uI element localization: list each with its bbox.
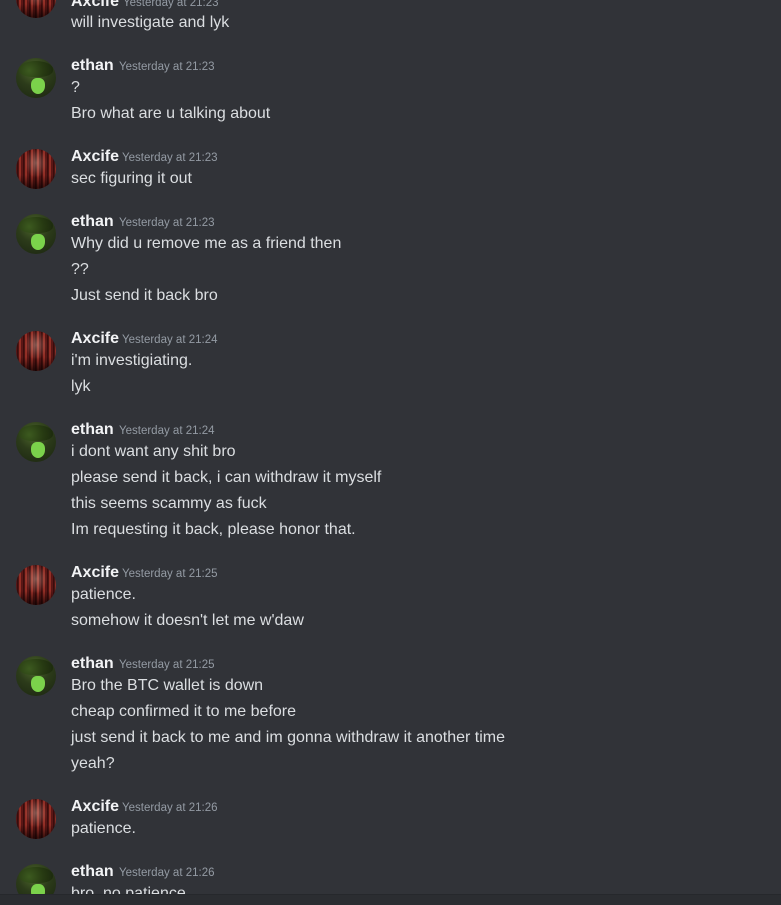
timestamp[interactable]: Yesterday at 21:25 — [119, 655, 214, 675]
avatar[interactable] — [16, 864, 56, 894]
message-text: will investigate and lyk — [71, 14, 230, 31]
message-text: Bro what are u talking about — [71, 105, 271, 122]
message-text: just send it back to me and im gonna wit… — [71, 729, 505, 746]
timestamp[interactable]: Yesterday at 21:24 — [122, 330, 217, 350]
message-text: cheap confirmed it to me before — [71, 703, 297, 720]
message-text: Bro the BTC wallet is down — [71, 677, 264, 694]
timestamp[interactable]: Yesterday at 21:26 — [119, 863, 214, 883]
avatar[interactable] — [16, 0, 56, 18]
username[interactable]: Axcife — [71, 147, 119, 167]
message-text: yeah? — [71, 755, 115, 772]
message-text: i'm investigiating. — [71, 352, 193, 369]
message-text: ? — [71, 79, 80, 96]
avatar[interactable] — [16, 656, 56, 696]
message-text: sec figuring it out — [71, 170, 192, 187]
message-text: bro, no patience — [71, 885, 186, 894]
message-text: i dont want any shit bro — [71, 443, 236, 460]
avatar[interactable] — [16, 331, 56, 371]
message-text: lyk — [71, 378, 91, 395]
message-text: this seems scammy as fuck — [71, 495, 267, 512]
message-text: please send it back, i can withdraw it m… — [71, 469, 382, 486]
avatar[interactable] — [16, 422, 56, 462]
avatar[interactable] — [16, 799, 56, 839]
message-text: patience. — [71, 820, 136, 837]
message-text: ?? — [71, 261, 89, 278]
username[interactable]: Axcife — [71, 0, 119, 12]
avatar[interactable] — [16, 214, 56, 254]
username[interactable]: ethan — [71, 420, 114, 440]
username[interactable]: Axcife — [71, 563, 119, 583]
message-list: Axcife Yesterday at 21:23 will investiga… — [0, 0, 781, 894]
username[interactable]: Axcife — [71, 797, 119, 817]
message-text: Just send it back bro — [71, 287, 218, 304]
username[interactable]: ethan — [71, 56, 114, 76]
timestamp[interactable]: Yesterday at 21:25 — [122, 564, 217, 584]
avatar[interactable] — [16, 58, 56, 98]
avatar[interactable] — [16, 149, 56, 189]
timestamp[interactable]: Yesterday at 21:23 — [119, 213, 214, 233]
timestamp[interactable]: Yesterday at 21:23 — [122, 148, 217, 168]
avatar[interactable] — [16, 565, 56, 605]
message-text: somehow it doesn't let me w'daw — [71, 612, 304, 629]
username[interactable]: Axcife — [71, 329, 119, 349]
message-text: Why did u remove me as a friend then — [71, 235, 342, 252]
timestamp[interactable]: Yesterday at 21:24 — [119, 421, 214, 441]
timestamp[interactable]: Yesterday at 21:23 — [119, 57, 214, 77]
timestamp[interactable]: Yesterday at 21:26 — [122, 798, 217, 818]
composer-divider — [0, 894, 781, 905]
username[interactable]: ethan — [71, 862, 114, 882]
message-text: patience. — [71, 586, 136, 603]
username[interactable]: ethan — [71, 212, 114, 232]
username[interactable]: ethan — [71, 654, 114, 674]
message-text: Im requesting it back, please honor that… — [71, 521, 356, 538]
